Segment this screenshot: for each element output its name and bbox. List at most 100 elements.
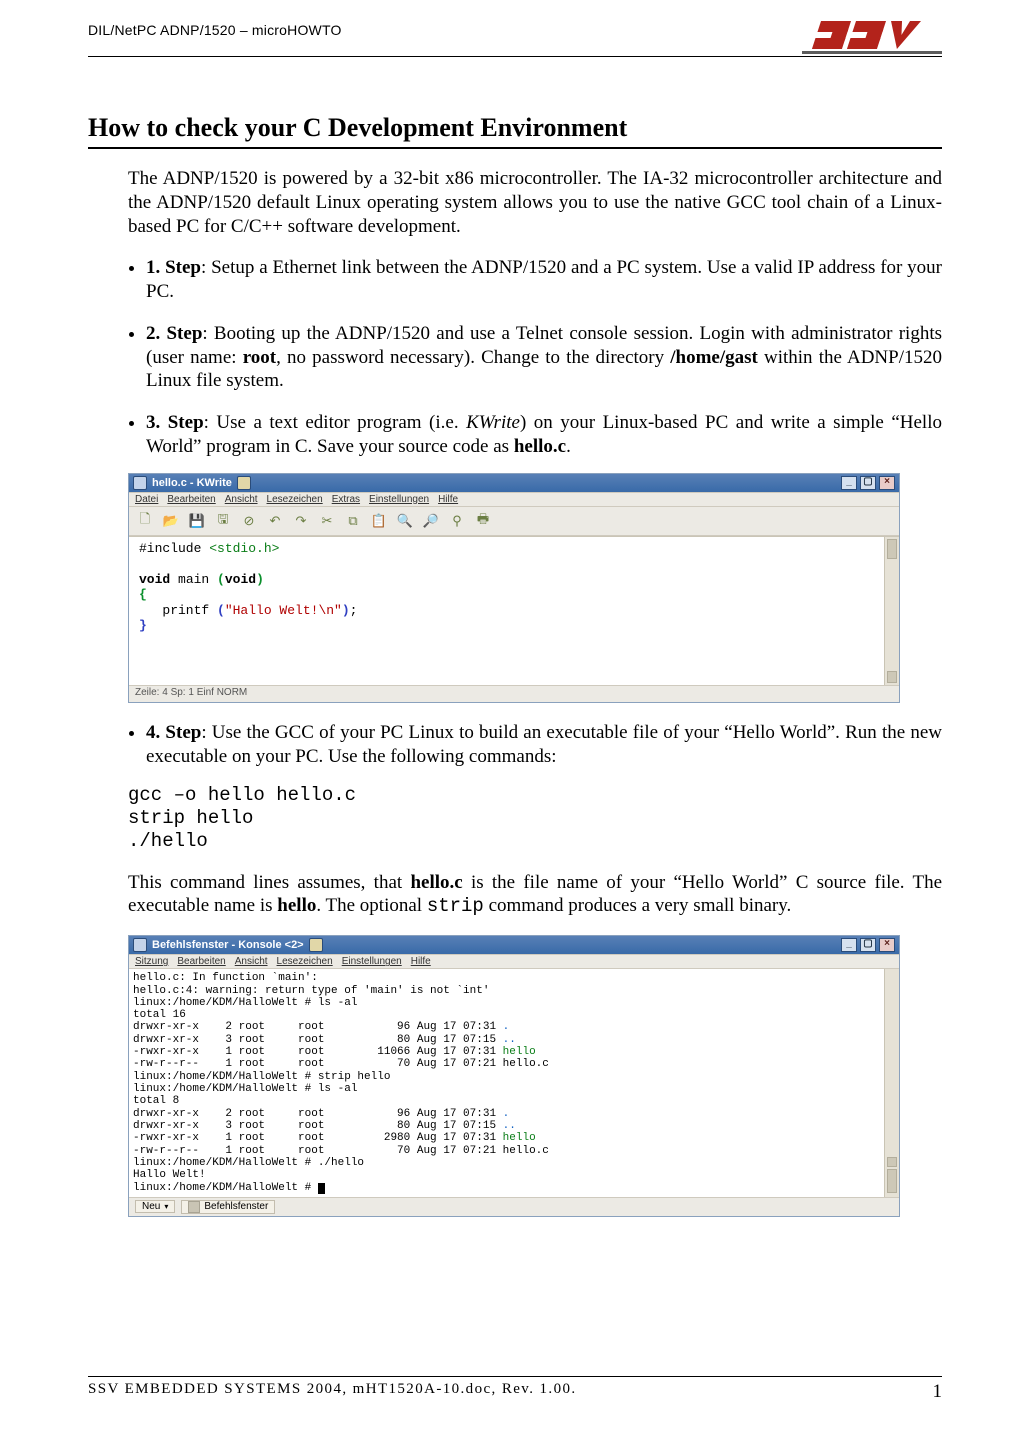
kwrite-toolbar[interactable]: 🗋 📂 💾 🖫 ⊘ ↶ ↷ ✂ ⧉ 📋 🔍 🔎 ⚲ 🖶: [129, 507, 899, 536]
kmenu-ansicht[interactable]: Ansicht: [235, 956, 268, 967]
kmenu-bearbeiten[interactable]: Bearbeiten: [177, 956, 225, 967]
tb-open-icon[interactable]: 📂: [159, 509, 183, 533]
menu-ansicht[interactable]: Ansicht: [225, 494, 258, 505]
kmenu-einstellungen[interactable]: Einstellungen: [342, 956, 402, 967]
kmenu-hilfe[interactable]: Hilfe: [411, 956, 431, 967]
menu-bearbeiten[interactable]: Bearbeiten: [167, 494, 215, 505]
tb-paste-icon[interactable]: 📋: [367, 509, 391, 533]
step-1-text: : Setup a Ethernet link between the ADNP…: [146, 257, 942, 302]
t-l09: linux:/home/KDM/HalloWelt # strip hello: [133, 1071, 390, 1083]
footer-text: SSV EMBEDDED SYSTEMS 2004, mHT1520A-10.d…: [88, 1381, 577, 1403]
t-l11: total 8: [133, 1095, 179, 1107]
t-l05a: drwxr-xr-x 2 root root 96 Aug 17 07:31: [133, 1021, 503, 1033]
t-l15: -rw-r--r-- 1 root root 70 Aug 17 07:21 h…: [133, 1145, 549, 1157]
step-1: 1. Step: Setup a Ethernet link between t…: [146, 256, 942, 304]
konsole-menubar[interactable]: Sitzung Bearbeiten Ansicht Lesezeichen E…: [129, 954, 899, 969]
after-file: hello.c: [410, 872, 462, 893]
tb-print-icon[interactable]: 🖶: [471, 509, 495, 533]
scroll-down-icon[interactable]: [887, 671, 897, 683]
t-l12b: .: [503, 1108, 510, 1120]
after-paragraph: This command lines assumes, that hello.c…: [128, 871, 942, 920]
menu-lesezeichen[interactable]: Lesezeichen: [267, 494, 323, 505]
t-l18: linux:/home/KDM/HalloWelt #: [133, 1182, 318, 1194]
tb-cut-icon[interactable]: ✂: [315, 509, 339, 533]
page-title: How to check your C Development Environm…: [88, 113, 942, 149]
step-1-label: 1. Step: [146, 257, 201, 278]
code-paren2-close: ): [342, 603, 350, 618]
tb-saveas-icon[interactable]: 🖫: [211, 509, 235, 533]
tb-close-icon[interactable]: ⊘: [237, 509, 261, 533]
code-paren-open: (: [217, 572, 225, 587]
konsole-app-icon: [133, 938, 147, 952]
kons-maximize-icon[interactable]: ▢: [860, 938, 876, 952]
tb-replace-icon[interactable]: ⚲: [445, 509, 469, 533]
t-l14b: hello: [503, 1132, 536, 1144]
kwrite-titlebar[interactable]: hello.c - KWrite _ ▢ ×: [129, 474, 899, 492]
tab-new-label: Neu: [142, 1201, 160, 1212]
menu-einstellungen[interactable]: Einstellungen: [369, 494, 429, 505]
t-l07a: -rwxr-xr-x 1 root root 11066 Aug 17 07:3…: [133, 1046, 503, 1058]
konsole-titlebar[interactable]: Befehlsfenster - Konsole <2> _ ▢ ×: [129, 936, 899, 954]
chevron-down-icon[interactable]: ▾: [164, 1202, 168, 1211]
t-l10: linux:/home/KDM/HalloWelt # ls -al: [133, 1083, 357, 1095]
step-2-label: 2. Step: [146, 323, 202, 344]
scroll-up-icon[interactable]: [887, 539, 897, 559]
menu-extras[interactable]: Extras: [332, 494, 360, 505]
code-brace-close: }: [139, 618, 147, 633]
kons-scroll-down-icon[interactable]: [887, 1169, 897, 1193]
step-2-dir: /home/gast: [670, 347, 758, 368]
minimize-icon[interactable]: _: [841, 476, 857, 490]
page-number: 1: [933, 1381, 943, 1403]
tab-session-label: Befehlsfenster: [204, 1201, 268, 1212]
kmenu-sitzung[interactable]: Sitzung: [135, 956, 168, 967]
code-semi: ;: [350, 603, 358, 618]
after-exe: hello: [277, 895, 316, 916]
code-include: #include: [139, 541, 209, 556]
kwrite-doc-icon: [237, 476, 251, 490]
code-void1: void: [139, 572, 178, 587]
kwrite-statusbar: Zeile: 4 Sp: 1 Einf NORM: [129, 685, 899, 702]
close-icon[interactable]: ×: [879, 476, 895, 490]
tb-new-icon[interactable]: 🗋: [133, 509, 157, 533]
konsole-tab-new[interactable]: Neu ▾: [135, 1200, 175, 1213]
konsole-terminal[interactable]: hello.c: In function `main': hello.c:4: …: [129, 969, 899, 1197]
brand-logo: [802, 18, 942, 54]
kmenu-lesezeichen[interactable]: Lesezeichen: [277, 956, 333, 967]
konsole-tab-session[interactable]: Befehlsfenster: [181, 1200, 275, 1214]
kwrite-scrollbar[interactable]: [884, 537, 899, 685]
step-4-text: : Use the GCC of your PC Linux to build …: [146, 722, 942, 767]
tb-redo-icon[interactable]: ↷: [289, 509, 313, 533]
shell-commands: gcc –o hello hello.c strip hello ./hello: [128, 784, 942, 852]
tb-find-icon[interactable]: 🔍: [393, 509, 417, 533]
tb-save-icon[interactable]: 💾: [185, 509, 209, 533]
source-code[interactable]: #include <stdio.h> void main (void) { pr…: [139, 541, 893, 681]
t-l08: -rw-r--r-- 1 root root 70 Aug 17 07:21 h…: [133, 1058, 549, 1070]
t-l04: total 16: [133, 1009, 186, 1021]
step-4-label: 4. Step: [146, 722, 201, 743]
tb-undo-icon[interactable]: ↶: [263, 509, 287, 533]
after-pre: This command lines assumes, that: [128, 872, 410, 893]
menu-hilfe[interactable]: Hilfe: [438, 494, 458, 505]
kwrite-editor[interactable]: #include <stdio.h> void main (void) { pr…: [129, 536, 899, 685]
t-l06a: drwxr-xr-x 3 root root 80 Aug 17 07:15: [133, 1034, 503, 1046]
tb-copy-icon[interactable]: ⧉: [341, 509, 365, 533]
kwrite-menubar[interactable]: Datei Bearbeiten Ansicht Lesezeichen Ext…: [129, 492, 899, 507]
code-string: "Hallo Welt!\n": [225, 603, 342, 618]
kons-minimize-icon[interactable]: _: [841, 938, 857, 952]
tb-findnext-icon[interactable]: 🔎: [419, 509, 443, 533]
maximize-icon[interactable]: ▢: [860, 476, 876, 490]
code-paren-close: ): [256, 572, 264, 587]
terminal-output[interactable]: hello.c: In function `main': hello.c:4: …: [133, 972, 895, 1194]
kons-close-icon[interactable]: ×: [879, 938, 895, 952]
kons-scroll-mid-icon[interactable]: [887, 1157, 897, 1167]
konsole-scrollbar[interactable]: [884, 969, 899, 1197]
konsole-tabbar[interactable]: Neu ▾ Befehlsfenster: [129, 1197, 899, 1216]
t-l17: Hallo Welt!: [133, 1169, 206, 1181]
t-l06b: ..: [503, 1034, 516, 1046]
menu-datei[interactable]: Datei: [135, 494, 158, 505]
step-3-label: 3. Step: [146, 412, 204, 433]
konsole-window: Befehlsfenster - Konsole <2> _ ▢ × Sitzu…: [128, 935, 900, 1217]
kwrite-title-text: hello.c - KWrite: [152, 477, 232, 489]
konsole-doc-icon: [309, 938, 323, 952]
step-3-file: hello.c: [514, 436, 566, 457]
